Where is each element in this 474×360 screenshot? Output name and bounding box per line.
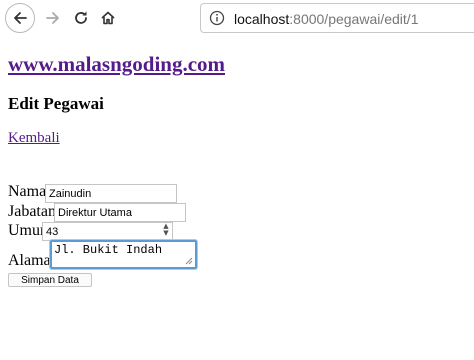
jabatan-input[interactable] bbox=[54, 203, 186, 222]
resize-grip-icon[interactable] bbox=[185, 257, 193, 265]
url-host: localhost bbox=[234, 11, 290, 27]
back-link[interactable]: Kembali bbox=[8, 130, 60, 147]
reload-icon bbox=[75, 11, 87, 24]
url-text: localhost:8000/pegawai/edit/1 bbox=[234, 11, 418, 27]
url-path: :8000/pegawai/edit/1 bbox=[289, 11, 419, 27]
nama-label: Nama bbox=[8, 183, 47, 200]
home-button[interactable] bbox=[93, 3, 123, 33]
umur-input[interactable] bbox=[42, 222, 173, 241]
nama-input[interactable] bbox=[45, 184, 177, 203]
page-title: Edit Pegawai bbox=[8, 94, 104, 113]
browser-toolbar: localhost:8000/pegawai/edit/1 bbox=[0, 0, 474, 36]
reload-button[interactable] bbox=[66, 3, 96, 33]
umur-stepper[interactable]: ▲ ▼ bbox=[161, 223, 171, 239]
umur-label: Umur bbox=[8, 222, 46, 239]
site-link[interactable]: www.malasngoding.com bbox=[8, 52, 225, 77]
address-bar[interactable]: localhost:8000/pegawai/edit/1 bbox=[200, 3, 474, 33]
home-icon bbox=[101, 11, 115, 25]
info-icon bbox=[209, 10, 225, 26]
jabatan-label: Jabatan bbox=[8, 203, 56, 220]
forward-button[interactable] bbox=[38, 3, 68, 33]
alamat-textarea[interactable]: Jl. Bukit Indah bbox=[50, 240, 197, 269]
arrow-left-icon bbox=[14, 12, 27, 24]
arrow-right-icon bbox=[46, 12, 59, 24]
back-button[interactable] bbox=[5, 3, 35, 33]
simpan-data-button[interactable]: Simpan Data bbox=[8, 273, 92, 287]
alamat-label: Alamat bbox=[8, 252, 56, 269]
